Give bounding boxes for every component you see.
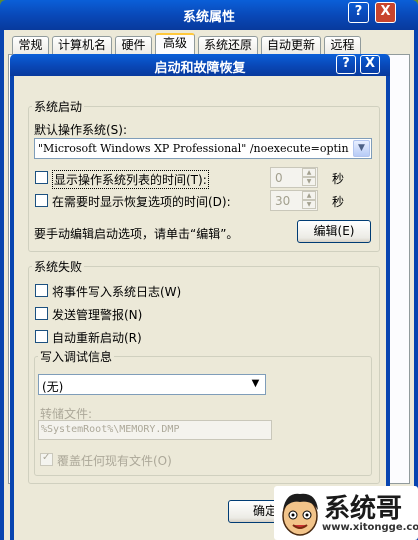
default-os-value: "Microsoft Windows XP Professional" /noe… [38, 142, 349, 155]
spin-up-icon[interactable]: ▲ [302, 168, 316, 177]
write-event-label: 将事件写入系统日志(W) [52, 285, 182, 299]
debug-info-value: (无) [42, 380, 64, 394]
tab-hardware[interactable]: 硬件 [115, 36, 152, 55]
send-alert-label: 发送管理警报(N) [52, 308, 143, 322]
tab-advanced[interactable]: 高级 [155, 33, 195, 55]
mascot-icon [282, 493, 318, 536]
default-os-label: 默认操作系统(S): [34, 123, 128, 137]
show-list-label[interactable]: 显示操作系统列表的时间(T): [52, 170, 209, 189]
auto-restart-label: 自动重新启动(R) [52, 331, 142, 345]
show-recovery-label: 在需要时显示恢复选项的时间(D): [52, 195, 231, 209]
dump-file-input[interactable]: %SystemRoot%\MEMORY.DMP [38, 420, 272, 440]
tab-automatic-updates[interactable]: 自动更新 [261, 36, 321, 55]
edit-button[interactable]: 编辑(E) [297, 220, 371, 243]
manual-edit-text: 要手动编辑启动选项，请单击“编辑”。 [34, 227, 239, 241]
checkmark-icon: ✓ [42, 452, 51, 463]
tab-general[interactable]: 常规 [12, 36, 49, 55]
show-recovery-value: 30 [275, 194, 291, 208]
outer-close-button[interactable]: X [375, 2, 396, 23]
show-recovery-unit: 秒 [332, 195, 345, 209]
dialog-body: 系统启动 默认操作系统(S): "Microsoft Windows XP Pr… [10, 76, 390, 540]
overwrite-label: 覆盖任何现有文件(O) [57, 454, 172, 468]
outer-help-button[interactable]: ? [348, 2, 369, 23]
debug-group-label: 写入调试信息 [38, 348, 115, 365]
send-alert-checkbox[interactable] [35, 307, 48, 320]
watermark-brand: 系统哥 [324, 494, 403, 524]
failure-group-label: 系统失败 [32, 258, 85, 275]
site-logo: 系统哥 www.xitongge.com [274, 486, 418, 540]
chevron-down-icon[interactable]: ▼ [353, 140, 370, 157]
tab-remote[interactable]: 远程 [324, 36, 361, 55]
show-list-spinner[interactable]: 0 ▲ ▼ [270, 167, 318, 188]
dialog-title: 启动和故障恢复 [154, 61, 246, 76]
spin-down-icon[interactable]: ▼ [302, 177, 316, 186]
dialog-help-button[interactable]: ? [336, 55, 356, 74]
spin-up-icon[interactable]: ▲ [302, 191, 316, 200]
show-list-unit: 秒 [332, 172, 345, 186]
overwrite-checkbox[interactable]: ✓ [40, 452, 53, 466]
chevron-down-icon[interactable]: ▼ [247, 376, 264, 393]
show-list-checkbox[interactable] [35, 171, 48, 184]
show-recovery-checkbox[interactable] [35, 194, 48, 207]
tab-computer-name[interactable]: 计算机名 [52, 36, 112, 55]
default-os-combo[interactable]: "Microsoft Windows XP Professional" /noe… [34, 138, 372, 159]
show-recovery-spinner[interactable]: 30 ▲ ▼ [270, 190, 318, 211]
startup-group-label: 系统启动 [32, 98, 85, 115]
spin-down-icon[interactable]: ▼ [302, 200, 316, 209]
write-event-checkbox[interactable] [35, 284, 48, 297]
dialog-title-bar: 启动和故障恢复 ? X [10, 54, 390, 76]
outer-title-bar: 系统属性 ? X [0, 0, 418, 30]
show-list-value: 0 [275, 171, 283, 185]
debug-info-combo[interactable]: (无) ▼ [38, 374, 266, 395]
dialog-close-button[interactable]: X [360, 55, 380, 74]
watermark-url: www.xitongge.com [322, 522, 418, 533]
tab-system-restore[interactable]: 系统还原 [198, 36, 258, 55]
auto-restart-checkbox[interactable] [35, 330, 48, 343]
